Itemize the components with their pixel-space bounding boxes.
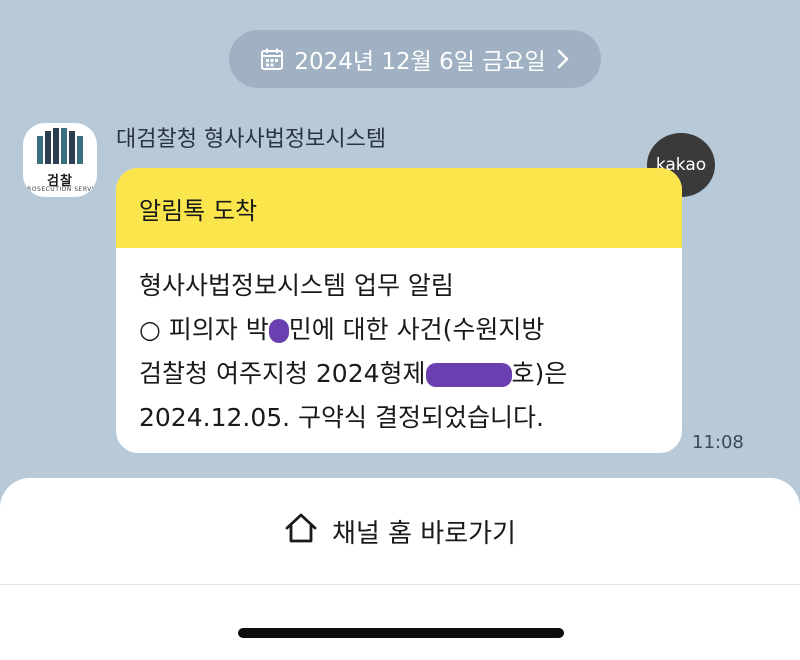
sender-name: 대검찰청 형사사법정보시스템 bbox=[116, 127, 387, 152]
sender-avatar[interactable]: 검찰 PROSECUTION SERVICE bbox=[23, 123, 97, 197]
channel-home-label: 채널 홈 바로가기 bbox=[332, 518, 516, 549]
chevron-right-icon bbox=[556, 48, 570, 70]
redaction-mark bbox=[425, 363, 512, 387]
message-line-3-prefix: 검찰청 여주지청 2024형제 bbox=[139, 359, 426, 388]
redaction-mark bbox=[268, 319, 289, 343]
calendar-icon bbox=[260, 47, 284, 71]
home-indicator[interactable] bbox=[238, 628, 564, 638]
date-header[interactable]: 2024년 12월 6일 금요일 bbox=[229, 30, 601, 88]
avatar-sublabel: PROSECUTION SERVICE bbox=[23, 186, 97, 193]
message-time: 11:08 bbox=[692, 432, 744, 453]
message-bubble[interactable]: 알림톡 도착 형사사법정보시스템 업무 알림 ○ 피의자 박 민에 대한 사건(수… bbox=[116, 168, 682, 453]
message-line-2-suffix: 민에 대한 사건(수원지방 bbox=[288, 315, 545, 344]
message-line-2-prefix: ○ 피의자 박 bbox=[139, 315, 269, 344]
message-line-2: ○ 피의자 박 민에 대한 사건(수원지방 bbox=[139, 308, 662, 352]
message-header: 알림톡 도착 bbox=[116, 168, 682, 248]
message-body: 형사사법정보시스템 업무 알림 ○ 피의자 박 민에 대한 사건(수원지방 검찰청… bbox=[116, 248, 682, 440]
date-label: 2024년 12월 6일 금요일 bbox=[294, 49, 546, 75]
message-line-4: 2024.12.05. 구약식 결정되었습니다. bbox=[139, 403, 544, 432]
message-line-3-suffix: 호)은 bbox=[511, 359, 568, 388]
message-line-1: 형사사법정보시스템 업무 알림 bbox=[139, 271, 454, 300]
message-line-3: 검찰청 여주지청 2024형제 호)은 bbox=[139, 352, 662, 396]
channel-home-button[interactable]: 채널 홈 바로가기 bbox=[0, 478, 800, 584]
home-icon bbox=[284, 512, 318, 551]
divider bbox=[0, 584, 800, 585]
